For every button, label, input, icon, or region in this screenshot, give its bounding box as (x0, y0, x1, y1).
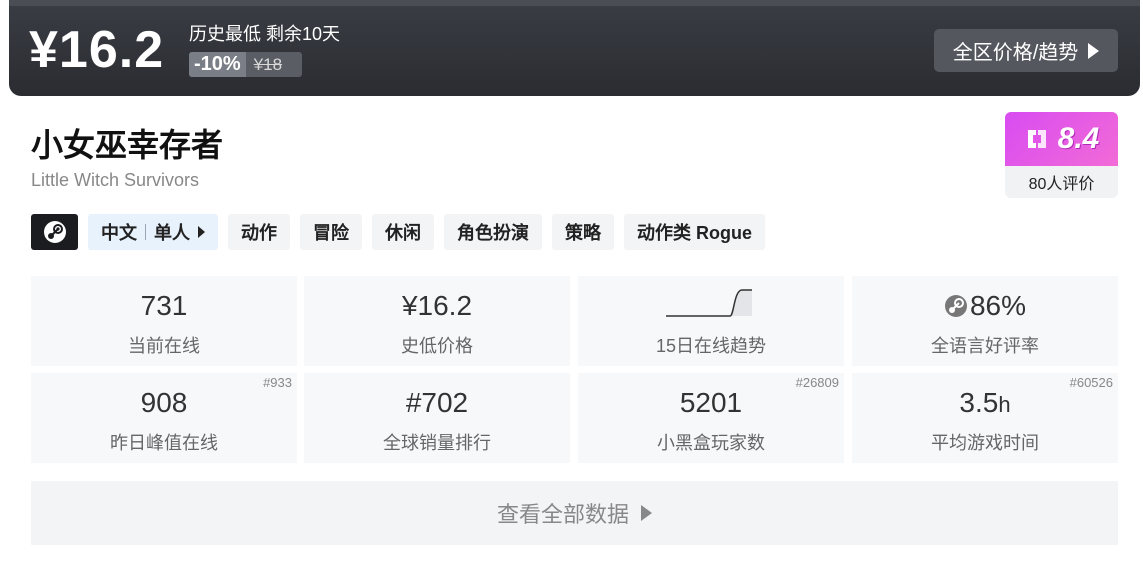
steam-icon (43, 221, 66, 243)
steam-platform-tag[interactable] (31, 214, 78, 250)
price-info: 历史最低 剩余10天 -10% ¥18 (189, 22, 340, 77)
stat-label: 平均游戏时间 (931, 433, 1039, 453)
review-count: 80人评价 (1028, 176, 1095, 193)
stat-peak-online[interactable]: #933 908 昨日峰值在线 (31, 373, 297, 463)
genre-tag[interactable]: 角色扮演 (444, 214, 542, 250)
banner-top-line (9, 0, 1140, 6)
tag-separator (145, 224, 146, 240)
stat-label: 昨日峰值在线 (110, 433, 218, 453)
view-all-data-label: 查看全部数据 (496, 502, 629, 527)
current-price: ¥16.2 (29, 21, 165, 79)
genre-tag[interactable]: 动作 (228, 214, 290, 250)
stat-value-wrap: 3.5h (852, 387, 1118, 419)
play-arrow-icon (1088, 42, 1100, 59)
game-title: 小女巫幸存者 (31, 127, 224, 163)
score-box[interactable]: 8.4 80人评价 (1005, 112, 1118, 198)
stat-rating[interactable]: 86% 全语言好评率 (852, 276, 1118, 366)
score-top: 8.4 (1005, 112, 1118, 166)
score-value: 8.4 (1057, 122, 1100, 155)
playtime-value: 3.5 (959, 387, 999, 418)
stat-value-wrap: 86% (852, 290, 1118, 322)
view-all-data-button[interactable]: 查看全部数据 (31, 481, 1118, 545)
stat-label: 小黑盒玩家数 (657, 433, 765, 453)
stat-label: 全语言好评率 (931, 336, 1039, 356)
steam-icon (944, 295, 967, 317)
stat-playtime[interactable]: #60526 3.5h 平均游戏时间 (852, 373, 1118, 463)
stat-lowest-price[interactable]: ¥16.2 史低价格 (304, 276, 570, 366)
stat-label: 当前在线 (128, 336, 200, 356)
stat-label: 全球销量排行 (383, 433, 491, 453)
region-price-button[interactable]: 全区价格/趋势 (934, 29, 1118, 72)
stat-sales-rank[interactable]: #702 全球销量排行 (304, 373, 570, 463)
genre-tag[interactable]: 休闲 (372, 214, 434, 250)
trend-sparkline (666, 289, 752, 317)
original-price: ¥18 (253, 54, 283, 74)
game-subtitle: Little Witch Survivors (31, 170, 200, 190)
stat-value: 908 (140, 387, 188, 418)
mode-label: 单人 (154, 223, 190, 243)
tag-list: 中文 单人 动作 冒险 休闲 角色扮演 策略 动作类 Rogue (31, 214, 765, 250)
stat-current-online[interactable]: 731 当前在线 (31, 276, 297, 366)
genre-tag[interactable]: 策略 (552, 214, 614, 250)
stat-value: ¥16.2 (401, 290, 473, 321)
stat-online-trend[interactable]: 15日在线趋势 (578, 276, 844, 366)
language-mode-tag[interactable]: 中文 单人 (88, 214, 218, 250)
stat-value: 731 (140, 290, 188, 321)
play-arrow-icon (198, 226, 205, 238)
discount-badge: -10% (189, 52, 246, 77)
stat-label: 15日在线趋势 (655, 336, 767, 356)
genre-tag[interactable]: 冒险 (300, 214, 362, 250)
stat-label: 史低价格 (401, 336, 473, 356)
genre-tag[interactable]: 动作类 Rogue (624, 214, 765, 250)
play-arrow-icon (641, 505, 652, 521)
stat-players[interactable]: #26809 5201 小黑盒玩家数 (578, 373, 844, 463)
discount-row: -10% ¥18 (189, 52, 302, 77)
heybox-logo-icon (1027, 130, 1046, 148)
region-price-button-label: 全区价格/趋势 (952, 42, 1079, 64)
playtime-unit: h (998, 392, 1011, 417)
stat-value: 5201 (679, 387, 743, 418)
stat-value: #702 (405, 387, 469, 418)
language-label: 中文 (101, 223, 137, 243)
lowest-price-text: 历史最低 剩余10天 (189, 24, 341, 44)
price-banner: ¥16.2 历史最低 剩余10天 -10% ¥18 全区价格/趋势 (9, 0, 1140, 96)
rating-value: 86% (969, 290, 1027, 321)
